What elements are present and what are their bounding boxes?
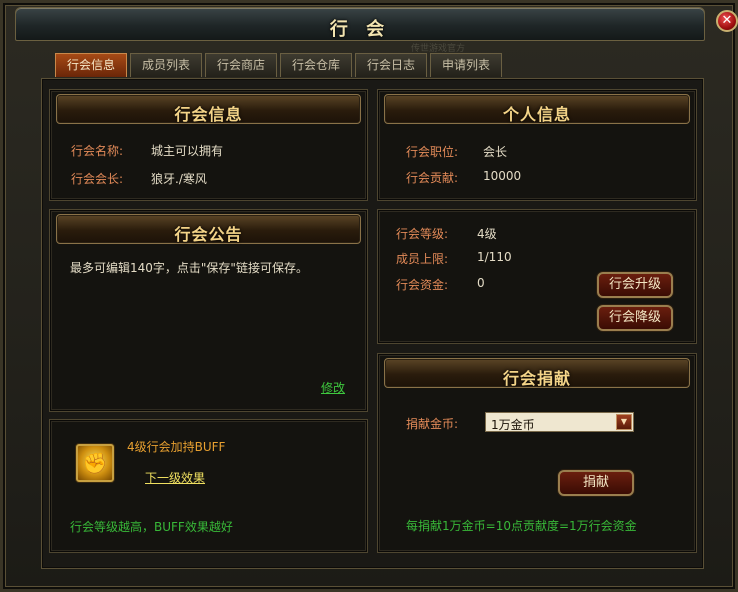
window-title: 行 会 xyxy=(329,19,391,40)
guild-leader-label: 行会会长: xyxy=(71,172,124,186)
close-icon[interactable]: ✕ xyxy=(716,10,738,32)
guild-name-label: 行会名称: xyxy=(71,144,124,158)
donation-header: 行会捐献 xyxy=(384,358,690,388)
buff-title: 4级行会加持BUFF xyxy=(127,440,226,454)
guild-level-label: 行会等级: xyxy=(396,227,449,241)
next-level-effect-link[interactable]: 下一级效果 xyxy=(145,469,205,486)
tab-application-list[interactable]: 申请列表 xyxy=(430,53,502,77)
donation-title: 行会捐献 xyxy=(502,369,571,388)
personal-info-header: 个人信息 xyxy=(384,94,690,124)
guild-window: 行 会 ✕ 传世游戏官方 行会信息 成员列表 行会商店 行会仓库 行会日志 申请… xyxy=(0,0,738,592)
tab-guild-log[interactable]: 行会日志 xyxy=(355,53,427,77)
guild-funds-label: 行会资金: xyxy=(396,278,449,292)
guild-leader-value: 狼牙./寒风 xyxy=(151,172,207,186)
position-label: 行会职位: xyxy=(406,145,459,159)
guild-info-title: 行会信息 xyxy=(174,105,243,124)
title-bar[interactable]: 行 会 xyxy=(15,7,705,41)
announcement-header: 行会公告 xyxy=(56,214,361,244)
contribution-value: 10000 xyxy=(483,169,522,183)
guild-funds-value: 0 xyxy=(477,276,485,290)
buff-tip: 行会等级越高，BUFF效果越好 xyxy=(70,520,233,534)
tab-guild-shop[interactable]: 行会商店 xyxy=(205,53,277,77)
tab-guild-info[interactable]: 行会信息 xyxy=(55,53,127,77)
donation-rate-text: 每捐献1万金币=10点贡献度=1万行会资金 xyxy=(406,519,637,533)
fist-icon[interactable]: ✊ xyxy=(76,444,114,482)
donate-amount-value: 1万金币 xyxy=(491,418,535,432)
member-limit-label: 成员上限: xyxy=(396,252,449,266)
donate-button[interactable]: 捐献 xyxy=(558,470,634,496)
tab-bar: 行会信息 成员列表 行会商店 行会仓库 行会日志 申请列表 xyxy=(55,53,502,77)
announcement-text[interactable]: 最多可编辑140字，点击"保存"链接可保存。 xyxy=(70,259,308,276)
contribution-label: 行会贡献: xyxy=(406,171,459,185)
chevron-down-icon[interactable]: ▼ xyxy=(616,414,632,430)
guild-downgrade-button[interactable]: 行会降级 xyxy=(597,305,673,331)
position-value: 会长 xyxy=(483,145,508,159)
personal-info-title: 个人信息 xyxy=(502,105,571,124)
guild-upgrade-button[interactable]: 行会升级 xyxy=(597,272,673,298)
tab-guild-warehouse[interactable]: 行会仓库 xyxy=(280,53,352,77)
guild-name-value: 城主可以拥有 xyxy=(151,144,224,158)
edit-announcement-link[interactable]: 修改 xyxy=(321,379,345,396)
guild-level-value: 4级 xyxy=(477,227,497,241)
member-limit-value: 1/110 xyxy=(477,250,512,264)
donate-gold-label: 捐献金币: xyxy=(406,417,459,431)
tab-member-list[interactable]: 成员列表 xyxy=(130,53,202,77)
guild-info-header: 行会信息 xyxy=(56,94,361,124)
donate-amount-select[interactable]: 1万金币 ▼ xyxy=(485,412,634,432)
announcement-title: 行会公告 xyxy=(174,225,243,244)
